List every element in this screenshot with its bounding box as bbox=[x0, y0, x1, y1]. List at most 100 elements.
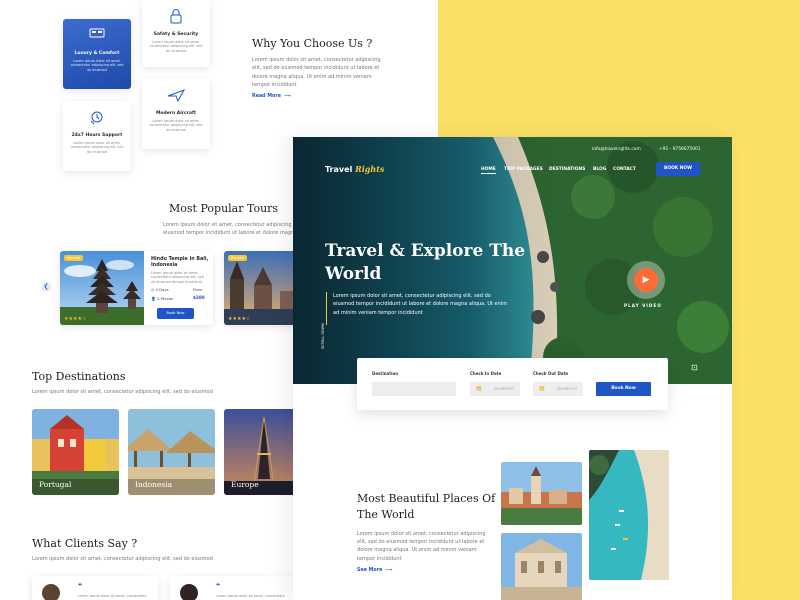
book-now-nav-button[interactable]: BOOK NOW bbox=[656, 162, 700, 176]
tour-desc: Lorem ipsum dolor sit amet, consectetur … bbox=[151, 271, 204, 284]
calendar-icon: ▦ bbox=[539, 385, 545, 392]
places-title: Most Beautiful Places Of The World bbox=[357, 492, 496, 521]
places-text: Lorem ipsum dolor sit amet, consectetur … bbox=[357, 531, 486, 562]
destinations-subtitle: Lorem ipsum dolor sit amet, consectetur … bbox=[32, 389, 213, 395]
read-more-label: Read More bbox=[252, 94, 281, 99]
checkout-date-input[interactable]: ▦ DD-MM-YYYY bbox=[533, 382, 583, 396]
tour-image-prague: Popular ★★★★☆ bbox=[224, 251, 304, 325]
feature-card-luxury[interactable]: Luxury & Comfort Lorem ipsum dolor sit a… bbox=[63, 19, 131, 89]
hero-accent-line bbox=[326, 292, 327, 325]
nav-item-trip-packages[interactable]: TRIP PACKAGES bbox=[504, 167, 543, 172]
feature-title: Luxury & Comfort bbox=[74, 51, 120, 56]
tour-price: $380 bbox=[193, 295, 205, 300]
tour-days-value: 4 Days bbox=[155, 287, 169, 292]
clock-icon: ◷ bbox=[151, 287, 155, 292]
chevron-left-icon: ❮ bbox=[43, 283, 49, 290]
checkin-date-input[interactable]: ▦ DD-MM-YYYY bbox=[470, 382, 520, 396]
read-more-link[interactable]: Read More ⟶ bbox=[252, 94, 291, 99]
tour-days: ◷ 4 Days bbox=[151, 287, 169, 292]
tour-image-bali-temple: Popular ★★★★☆ bbox=[60, 251, 144, 325]
scroll-down-label[interactable]: SCROLL DOWN bbox=[321, 323, 325, 349]
contact-phone[interactable]: +91 - 9756675001 bbox=[659, 147, 701, 152]
testimonial-card: ❝ Lorem ipsum dolor sit amet, consectetu… bbox=[32, 576, 158, 600]
destination-card-europe[interactable]: Europe bbox=[224, 409, 304, 495]
lock-icon bbox=[142, 0, 210, 26]
quote-icon: ❝ bbox=[78, 582, 83, 590]
brand-logo[interactable]: Travel Rights bbox=[325, 164, 384, 174]
share-icon[interactable]: ⊡ bbox=[691, 363, 698, 372]
carousel-prev-button[interactable]: ❮ bbox=[41, 282, 51, 292]
book-now-button[interactable]: Book Now bbox=[157, 308, 194, 319]
testimonial-card: ❝ Lorem ipsum dolor sit amet, consectetu… bbox=[170, 576, 296, 600]
destination-label: Portugal bbox=[39, 480, 72, 489]
hero-section: Travel Rights info@travelrights.com +91 … bbox=[293, 137, 732, 384]
play-icon: ▶ bbox=[634, 268, 658, 292]
see-more-label: See More bbox=[357, 568, 383, 573]
tour-card[interactable]: Popular ★★★★☆ Hindu Temple In Bali, Indo… bbox=[60, 251, 213, 325]
feature-title: Modern Aircraft bbox=[155, 111, 197, 116]
rating-stars: ★★★★☆ bbox=[228, 316, 251, 322]
feature-card-safety[interactable]: Safety & Security Lorem ipsum dolor sit … bbox=[142, 0, 210, 67]
logo-main: Travel bbox=[325, 165, 353, 174]
person-icon: 👤 bbox=[151, 296, 156, 301]
avatar bbox=[180, 584, 198, 600]
destinations-title: Top Destinations bbox=[32, 370, 126, 383]
front-page: Travel Rights info@travelrights.com +91 … bbox=[293, 137, 732, 600]
feature-desc: Lorem ipsum dolor sit amet, consectetur … bbox=[149, 119, 203, 132]
contact-email[interactable]: info@travelrights.com bbox=[592, 147, 641, 152]
booking-search-box: Destination Check In Date ▦ DD-MM-YYYY C… bbox=[357, 358, 668, 410]
why-text: Lorem ipsum dolor sit amet, consectetur … bbox=[252, 57, 381, 89]
checkout-placeholder: DD-MM-YYYY bbox=[557, 387, 578, 391]
play-video-button[interactable]: ▶ bbox=[627, 261, 665, 299]
nav-item-contact[interactable]: CONTACT bbox=[613, 167, 636, 172]
feature-title: 24x7 Hours Support bbox=[71, 133, 123, 138]
hero-title: Travel & Explore The World bbox=[325, 241, 526, 284]
checkout-label: Check Out Date bbox=[533, 371, 569, 376]
see-more-link[interactable]: See More ⟶ bbox=[357, 568, 392, 573]
nav-item-blog[interactable]: BLOG bbox=[593, 167, 606, 172]
tour-card[interactable]: Popular ★★★★☆ bbox=[224, 251, 304, 325]
destination-input[interactable] bbox=[372, 382, 456, 396]
feature-title: Safety & Security bbox=[153, 32, 199, 37]
place-photo-cathedral[interactable] bbox=[501, 533, 582, 600]
clients-title: What Clients Say ? bbox=[32, 537, 138, 550]
destination-label: Indonesia bbox=[135, 480, 173, 489]
airplane-icon bbox=[142, 79, 210, 105]
calendar-icon: ▦ bbox=[476, 385, 482, 392]
tours-title: Most Popular Tours bbox=[169, 202, 279, 215]
destination-card-indonesia[interactable]: Indonesia bbox=[128, 409, 215, 495]
hero-text: Lorem ipsum dolor sit amet, consectetur … bbox=[333, 293, 508, 316]
avatar bbox=[42, 584, 60, 600]
checkin-placeholder: DD-MM-YYYY bbox=[494, 387, 515, 391]
tour-name: Hindu Temple In Bali, Indonesia bbox=[151, 257, 209, 268]
destination-card-portugal[interactable]: Portugal bbox=[32, 409, 119, 495]
feature-card-aircraft[interactable]: Modern Aircraft Lorem ipsum dolor sit am… bbox=[142, 79, 210, 149]
place-photo-coast[interactable] bbox=[589, 450, 669, 580]
play-video-label: PLAY VIDEO bbox=[624, 303, 662, 308]
nav-item-destinations[interactable]: DESTINATIONS bbox=[549, 167, 585, 172]
destination-label: Destination bbox=[372, 371, 399, 376]
nav-item-home[interactable]: HOME bbox=[481, 167, 496, 174]
quote-icon: ❝ bbox=[216, 582, 221, 590]
bed-icon bbox=[63, 19, 131, 45]
arrow-right-icon: ⟶ bbox=[283, 94, 291, 99]
feature-desc: Lorem ipsum dolor sit amet, consectetur … bbox=[70, 141, 124, 154]
logo-accent: Rights bbox=[355, 164, 385, 174]
testimonial-text: Lorem ipsum dolor sit amet, consectetur bbox=[216, 594, 285, 598]
arrow-right-icon: ⟶ bbox=[385, 568, 393, 573]
tour-from: From bbox=[193, 287, 203, 292]
popular-badge: Popular bbox=[228, 255, 248, 261]
destination-label: Europe bbox=[231, 480, 259, 489]
clients-subtitle: Lorem ipsum dolor sit amet, consectetur … bbox=[32, 556, 213, 562]
feature-desc: Lorem ipsum dolor sit amet, consectetur … bbox=[70, 59, 124, 72]
tour-persons: 👤 2 Person bbox=[151, 296, 173, 301]
feature-desc: Lorem ipsum dolor sit amet, consectetur … bbox=[149, 40, 203, 53]
why-title: Why You Choose Us ? bbox=[252, 37, 373, 50]
place-photo-town[interactable] bbox=[501, 462, 582, 525]
rating-stars: ★★★★☆ bbox=[64, 316, 87, 322]
tour-persons-value: 2 Person bbox=[156, 296, 174, 301]
feature-card-support[interactable]: 24x7 Hours Support Lorem ipsum dolor sit… bbox=[63, 101, 131, 171]
checkin-label: Check In Date bbox=[470, 371, 502, 376]
search-book-now-button[interactable]: Book Now bbox=[596, 382, 651, 396]
popular-badge: Popular bbox=[64, 255, 84, 261]
